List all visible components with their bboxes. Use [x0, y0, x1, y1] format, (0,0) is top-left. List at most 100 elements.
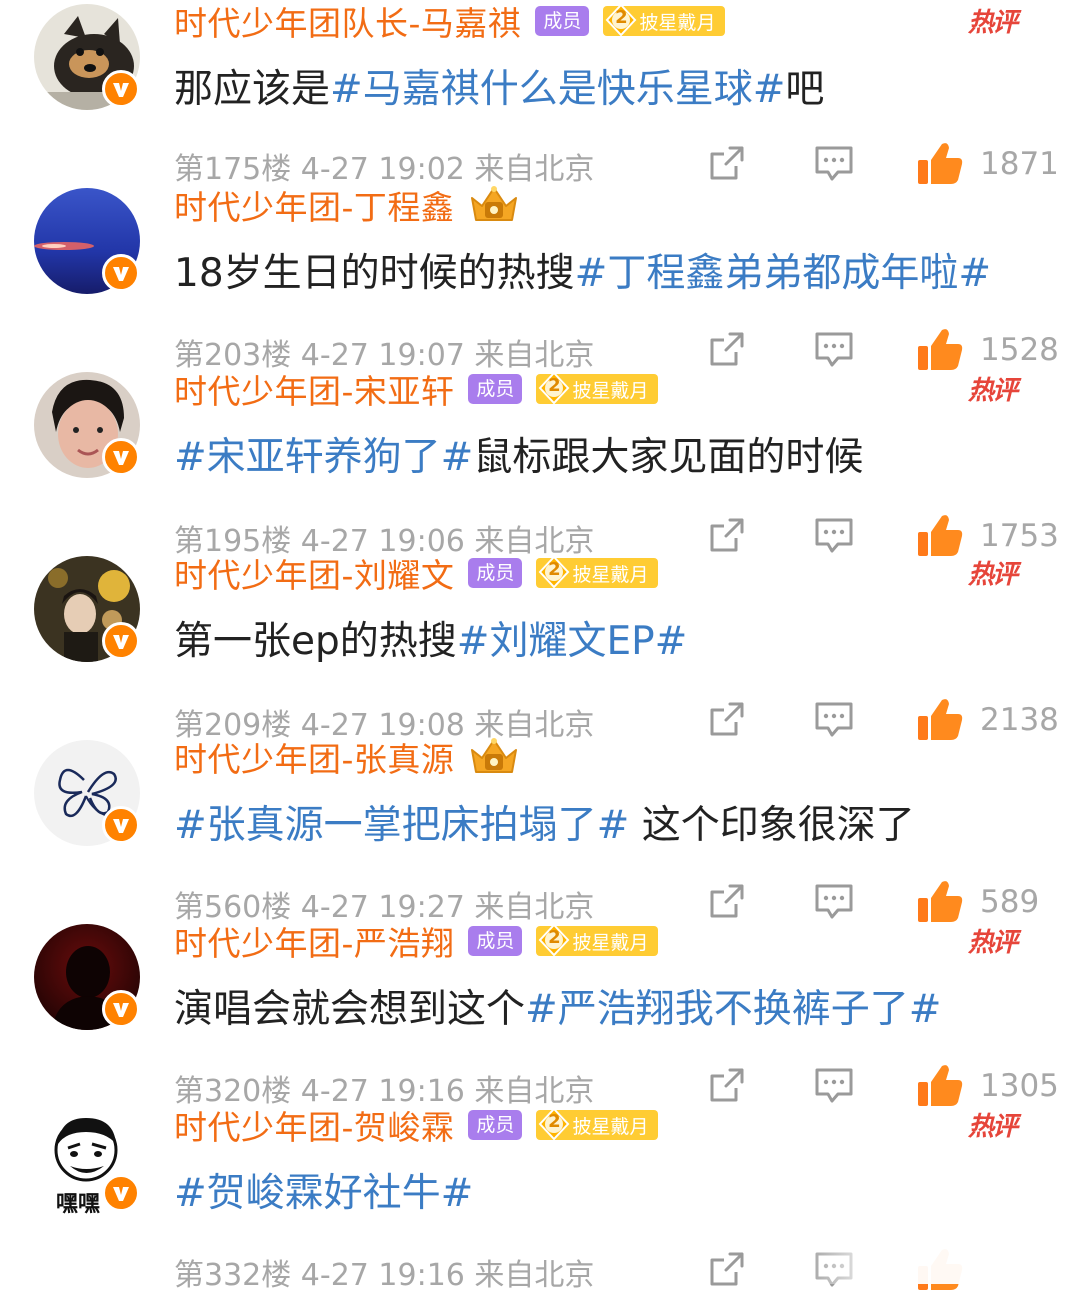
avatar[interactable]: 嘿嘿	[34, 1108, 140, 1217]
member-badge: 成员	[468, 926, 523, 956]
hot-comment-label: 热评	[968, 1112, 1018, 1142]
like-count: 2138	[980, 702, 1059, 738]
crown-badge-icon	[468, 736, 520, 778]
comment-text-segment: 吧	[785, 67, 825, 112]
hashtag-link[interactable]: #严浩翔我不换裤子了#	[525, 987, 941, 1032]
comment-item: 时代少年团-宋亚轩 成员 2 披星戴月 热评 #宋亚轩养狗了#鼠标跟大家见面的时候 第195…	[0, 365, 1080, 559]
username-link[interactable]: 时代少年团-刘耀文	[174, 549, 454, 597]
verified-v-icon	[102, 70, 140, 108]
avatar[interactable]	[34, 740, 140, 846]
star-level-number: 2	[548, 559, 561, 580]
star-level-badge[interactable]: 2 披星戴月	[603, 3, 726, 37]
member-badge: 成员	[468, 558, 523, 588]
comment-feed: 时代少年团队长-马嘉祺 成员 2 披星戴月 热评 那应该是#马嘉祺什么是快乐星球#吧 第17…	[0, 0, 1080, 1293]
avatar[interactable]	[34, 4, 140, 110]
star-level-badge[interactable]: 2 披星戴月	[536, 371, 659, 405]
comment-text-segment: 鼠标跟大家见面的时候	[473, 435, 864, 480]
share-icon[interactable]	[706, 142, 748, 184]
like-count: 1305	[980, 1068, 1059, 1104]
verified-v-icon	[102, 990, 140, 1028]
member-badge: 成员	[468, 1110, 523, 1140]
username-link[interactable]: 时代少年团-张真源	[174, 733, 454, 781]
star-badge-text: 披星戴月	[572, 931, 649, 954]
star-level-badge[interactable]: 2 披星戴月	[536, 923, 659, 957]
comment-item: 嘿嘿 时代少年团-贺峻霖 成员 2 披星戴月 热评 #贺峻霖好社牛# 第332楼 4-27 1…	[0, 1101, 1080, 1293]
hashtag-link[interactable]: #宋亚轩养狗了#	[174, 435, 473, 480]
thumbs-up-icon[interactable]	[916, 326, 964, 372]
hot-comment-label: 热评	[968, 560, 1018, 590]
star-level-number: 2	[548, 375, 561, 396]
floor-time-location: 第332楼 4-27 19:16 来自北京	[174, 1258, 595, 1293]
hashtag-link[interactable]: #丁程鑫弟弟都成年啦#	[575, 251, 991, 296]
reply-icon[interactable]	[814, 700, 854, 738]
thumbs-up-icon[interactable]	[916, 140, 964, 186]
avatar[interactable]	[34, 188, 140, 294]
hot-comment-label: 热评	[968, 376, 1018, 406]
username-link[interactable]: 时代少年团-宋亚轩	[174, 365, 454, 413]
verified-v-icon	[102, 438, 140, 476]
reply-icon[interactable]	[814, 1250, 854, 1288]
thumbs-up-icon[interactable]	[916, 1062, 964, 1108]
avatar[interactable]	[34, 372, 140, 478]
share-icon[interactable]	[706, 328, 748, 370]
like-count: 1753	[980, 518, 1059, 554]
reply-icon[interactable]	[814, 882, 854, 920]
reply-icon[interactable]	[814, 1066, 854, 1104]
username-link[interactable]: 时代少年团-丁程鑫	[174, 181, 454, 229]
username-row: 时代少年团-张真源	[174, 733, 520, 781]
comment-text: #宋亚轩养狗了#鼠标跟大家见面的时候	[174, 426, 863, 482]
comment-text-segment: 18岁生日的时候的热搜	[174, 251, 575, 296]
username-link[interactable]: 时代少年团-贺峻霖	[174, 1101, 454, 1149]
comment-meta-row: 第332楼 4-27 19:16 来自北京	[174, 1246, 1054, 1296]
username-row: 时代少年团-丁程鑫	[174, 181, 520, 229]
username-link[interactable]: 时代少年团队长-马嘉祺	[174, 0, 521, 45]
hot-comment-label: 热评	[968, 8, 1018, 38]
crown-badge-icon	[468, 184, 520, 226]
hashtag-link[interactable]: #张真源一掌把床拍塌了#	[174, 803, 629, 848]
like-count: 589	[980, 884, 1040, 920]
hashtag-link[interactable]: #刘耀文EP#	[457, 619, 688, 664]
avatar-caption: 嘿嘿	[56, 1192, 101, 1217]
thumbs-up-icon[interactable]	[916, 878, 964, 924]
star-level-badge[interactable]: 2 披星戴月	[536, 1107, 659, 1141]
username-row: 时代少年团-严浩翔 成员 2 披星戴月	[174, 917, 659, 965]
share-icon[interactable]	[706, 514, 748, 556]
comment-text: 演唱会就会想到这个#严浩翔我不换裤子了#	[174, 978, 941, 1034]
hashtag-link[interactable]: #贺峻霖好社牛#	[174, 1171, 473, 1216]
diamond-level-icon: 2	[538, 923, 570, 957]
star-level-number: 2	[548, 927, 561, 948]
comment-item: 时代少年团-张真源 #张真源一掌把床拍塌了# 这个印象很深了 第560楼 4-27 …	[0, 733, 1080, 925]
verified-v-icon	[102, 622, 140, 660]
star-badge-text: 披星戴月	[639, 11, 716, 34]
reply-icon[interactable]	[814, 330, 854, 368]
avatar[interactable]	[34, 924, 140, 1030]
member-badge: 成员	[535, 6, 590, 36]
comment-text-segment: 那应该是	[174, 67, 331, 112]
star-level-number: 2	[615, 7, 628, 28]
reply-icon[interactable]	[814, 516, 854, 554]
verified-v-icon	[102, 254, 140, 292]
username-row: 时代少年团-刘耀文 成员 2 披星戴月	[174, 549, 659, 597]
star-level-badge[interactable]: 2 披星戴月	[536, 555, 659, 589]
comment-item: 时代少年团-丁程鑫 18岁生日的时候的热搜#丁程鑫弟弟都成年啦# 第203楼 4-2…	[0, 181, 1080, 373]
hashtag-link[interactable]: #马嘉祺什么是快乐星球#	[330, 67, 785, 112]
diamond-level-icon: 2	[538, 555, 570, 589]
star-badge-text: 披星戴月	[572, 563, 649, 586]
share-icon[interactable]	[706, 880, 748, 922]
star-badge-text: 披星戴月	[572, 1115, 649, 1138]
comment-text: 那应该是#马嘉祺什么是快乐星球#吧	[174, 58, 824, 114]
share-icon[interactable]	[706, 1064, 748, 1106]
verified-v-icon	[102, 1174, 140, 1212]
share-icon[interactable]	[706, 698, 748, 740]
reply-icon[interactable]	[814, 144, 854, 182]
thumbs-up-icon[interactable]	[916, 1246, 964, 1292]
comment-text-segment: 这个印象很深了	[629, 803, 915, 848]
comment-text-segment: 第一张ep的热搜	[174, 619, 457, 664]
username-row: 时代少年团-宋亚轩 成员 2 披星戴月	[174, 365, 659, 413]
username-link[interactable]: 时代少年团-严浩翔	[174, 917, 454, 965]
star-badge-text: 披星戴月	[572, 379, 649, 402]
member-badge: 成员	[468, 374, 523, 404]
avatar[interactable]	[34, 556, 140, 662]
diamond-level-icon: 2	[605, 3, 637, 37]
star-level-number: 2	[548, 1111, 561, 1132]
